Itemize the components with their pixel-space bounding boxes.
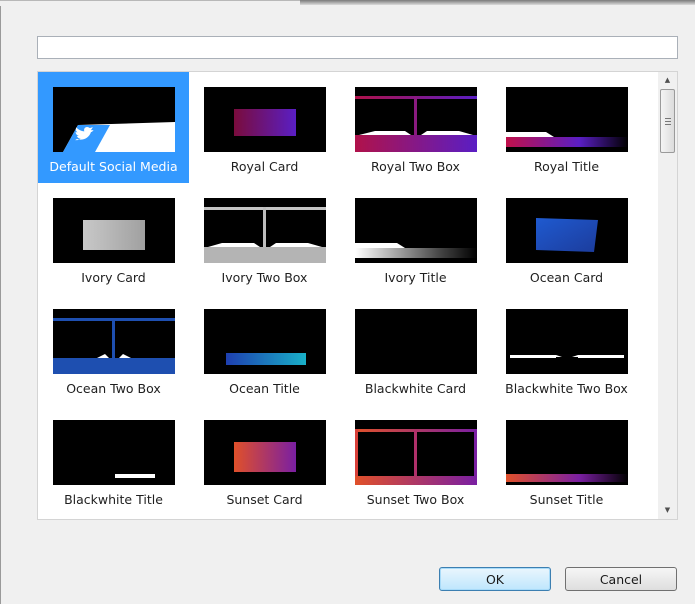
- window-left-edge: [0, 6, 1, 604]
- item-label: Ocean Title: [229, 381, 300, 396]
- thumbnail-sunset-title: [506, 420, 628, 485]
- thumbnail-ocean-card: [506, 198, 628, 263]
- item-label: Blackwhite Two Box: [505, 381, 628, 396]
- template-item-sunset-title[interactable]: Sunset Title: [491, 405, 642, 516]
- ok-button[interactable]: OK: [439, 567, 551, 591]
- thumbnail-blackwhite-card: [355, 309, 477, 374]
- template-item-blackwhite-title[interactable]: Blackwhite Title: [38, 405, 189, 516]
- window-top-edge: [0, 0, 695, 6]
- template-item-ivory-title[interactable]: Ivory Title: [340, 183, 491, 294]
- thumbnail-sunset-two-box: [355, 420, 477, 485]
- thumbnail-ivory-two-box: [204, 198, 326, 263]
- template-item-ocean-title[interactable]: Ocean Title: [189, 294, 340, 405]
- template-grid: Default Social Media Royal Card Royal Tw: [37, 71, 678, 520]
- item-label: Sunset Card: [226, 492, 303, 507]
- template-item-royal-card[interactable]: Royal Card: [189, 72, 340, 183]
- thumbnail-ivory-title: [355, 198, 477, 263]
- template-item-ocean-card[interactable]: Ocean Card: [491, 183, 642, 294]
- vertical-scrollbar[interactable]: ▲ ▼: [658, 72, 677, 519]
- scroll-up-icon[interactable]: ▲: [658, 72, 677, 89]
- item-label: Blackwhite Card: [364, 381, 467, 396]
- thumbnail-default-social-media: [53, 87, 175, 152]
- scroll-down-icon[interactable]: ▼: [658, 502, 677, 519]
- item-label: Sunset Two Box: [366, 492, 465, 507]
- thumbnail-ocean-two-box: [53, 309, 175, 374]
- thumbnail-blackwhite-title: [53, 420, 175, 485]
- scrollbar-thumb[interactable]: [660, 89, 675, 153]
- thumbnail-royal-two-box: [355, 87, 477, 152]
- template-item-ivory-two-box[interactable]: Ivory Two Box: [189, 183, 340, 294]
- template-item-sunset-two-box[interactable]: Sunset Two Box: [340, 405, 491, 516]
- item-label: Sunset Title: [529, 492, 604, 507]
- template-item-default-social-media[interactable]: Default Social Media: [38, 72, 189, 183]
- cancel-button[interactable]: Cancel: [565, 567, 677, 591]
- thumbnail-ocean-title: [204, 309, 326, 374]
- template-item-blackwhite-two-box[interactable]: Blackwhite Two Box: [491, 294, 642, 405]
- thumbnail-royal-title: [506, 87, 628, 152]
- template-item-ivory-card[interactable]: Ivory Card: [38, 183, 189, 294]
- template-item-ocean-two-box[interactable]: Ocean Two Box: [38, 294, 189, 405]
- item-label: Ivory Title: [384, 270, 447, 285]
- item-label: Royal Card: [230, 159, 299, 174]
- item-label: Royal Two Box: [371, 159, 460, 174]
- item-label: Ivory Card: [81, 270, 146, 285]
- template-item-sunset-card[interactable]: Sunset Card: [189, 405, 340, 516]
- thumbnail-royal-card: [204, 87, 326, 152]
- template-item-royal-two-box[interactable]: Royal Two Box: [340, 72, 491, 183]
- item-label: Blackwhite Title: [64, 492, 163, 507]
- template-item-royal-title[interactable]: Royal Title: [491, 72, 642, 183]
- search-input[interactable]: [37, 36, 678, 59]
- thumbnail-blackwhite-two-box: [506, 309, 628, 374]
- item-label: Ocean Card: [529, 270, 604, 285]
- item-label: Default Social Media: [49, 159, 178, 174]
- thumbnail-sunset-card: [204, 420, 326, 485]
- template-item-blackwhite-card[interactable]: Blackwhite Card: [340, 294, 491, 405]
- thumbnail-ivory-card: [53, 198, 175, 263]
- item-label: Ivory Two Box: [221, 270, 308, 285]
- item-label: Royal Title: [533, 159, 600, 174]
- item-label: Ocean Two Box: [66, 381, 161, 396]
